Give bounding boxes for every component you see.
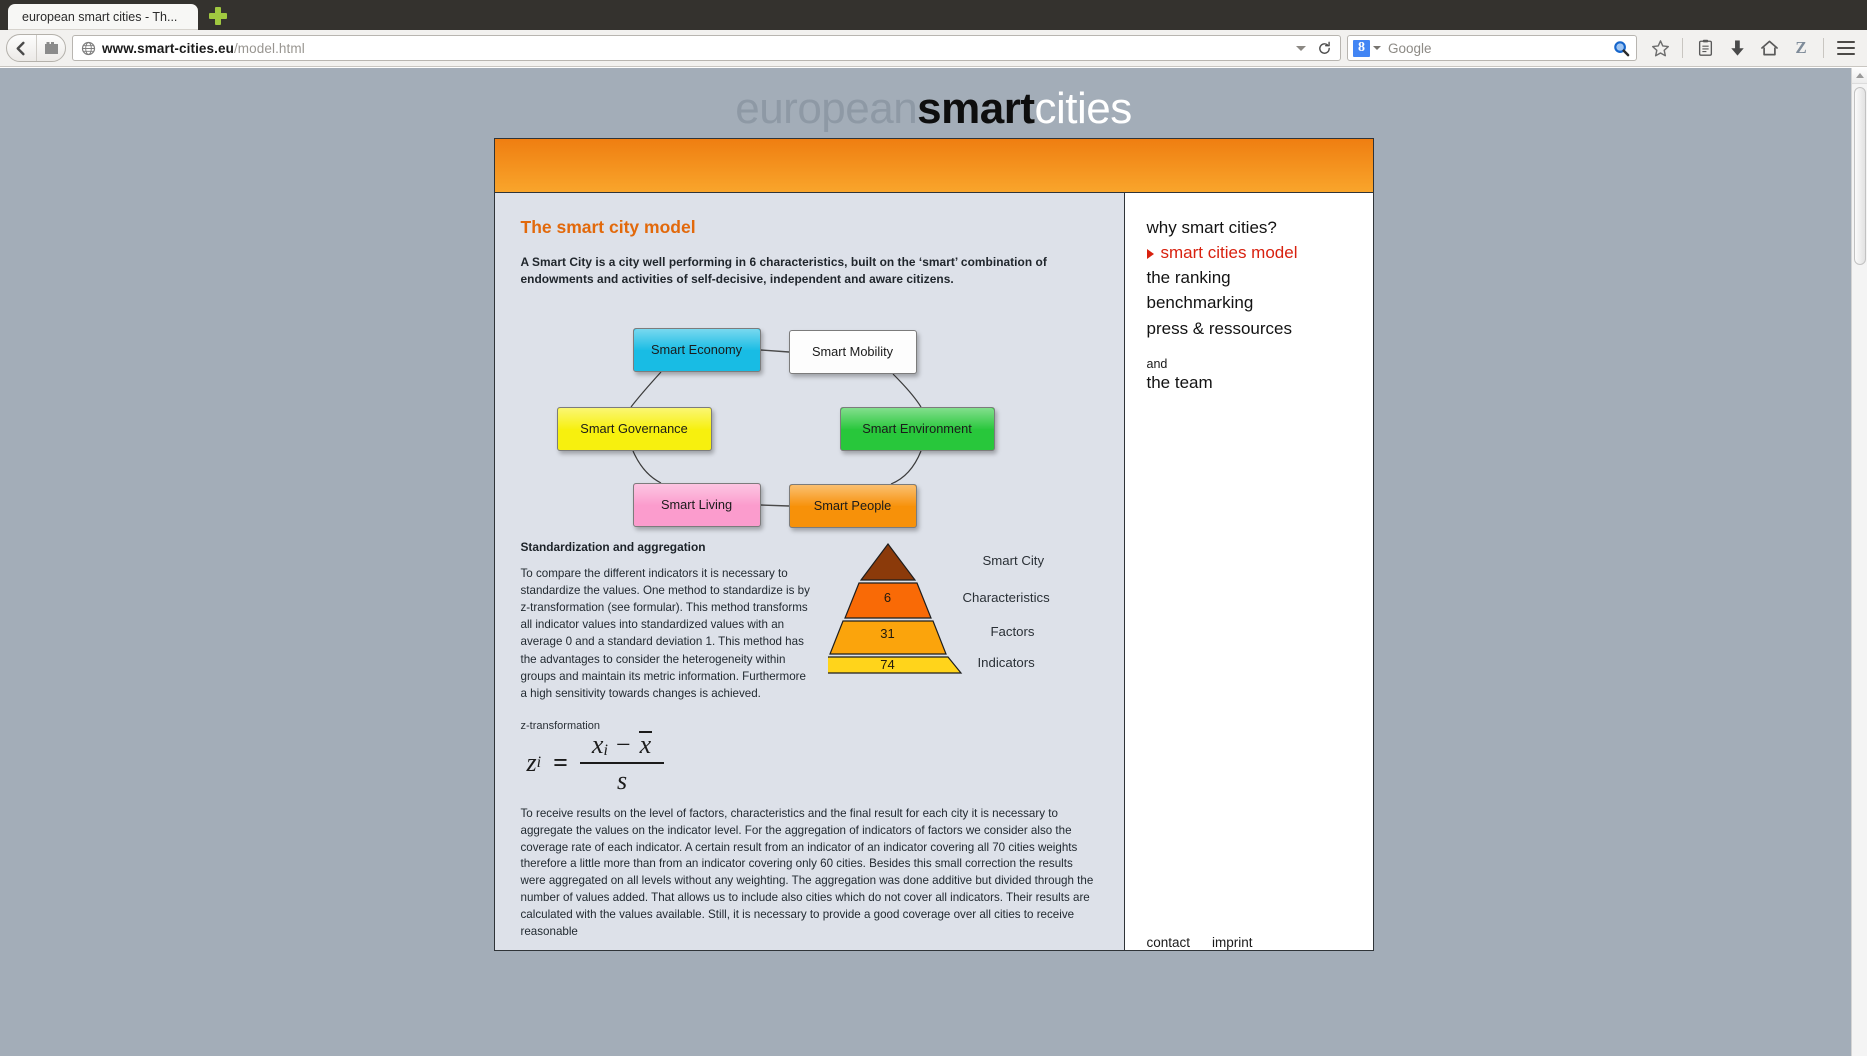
zotero-icon[interactable]: Z <box>1786 34 1816 62</box>
home-icon[interactable] <box>1754 34 1784 62</box>
diagram-node-smart-mobility[interactable]: Smart Mobility <box>788 329 917 374</box>
site-header: europeansmartcities <box>0 68 1867 138</box>
new-tab-button[interactable] <box>208 6 228 26</box>
url-bar[interactable]: www.smart-cities.eu/model.html <box>72 35 1341 61</box>
browser-tab[interactable]: european smart cities - Th... <box>8 4 198 30</box>
diagram-node-smart-people[interactable]: Smart People <box>788 483 917 528</box>
url-text: www.smart-cities.eu/model.html <box>102 41 1290 56</box>
z-transformation-formula: zi = xi − x s <box>526 730 1098 795</box>
search-engine-chevron-icon[interactable] <box>1373 46 1381 50</box>
nav-button-group <box>6 34 66 62</box>
formula-x: x <box>591 730 604 760</box>
formula-minus: − <box>615 730 631 760</box>
page-title: The smart city model <box>520 217 696 237</box>
formula-x-subscript: i <box>603 742 608 760</box>
site-identity-icon[interactable] <box>37 35 65 61</box>
logo-part-european: european <box>735 84 918 133</box>
node-label: Smart Living <box>660 497 733 513</box>
pyramid-label-smart-city: Smart City <box>982 552 1045 568</box>
sidebar-item-the-team[interactable]: the team <box>1147 373 1373 393</box>
sidebar-item-smart-cities-model[interactable]: smart cities model <box>1146 240 1373 265</box>
pyramid-label-characteristics: Characteristics <box>962 589 1050 605</box>
standardization-text: Standardization and aggregation To compa… <box>521 540 814 702</box>
standardization-heading: Standardization and aggregation <box>520 539 706 554</box>
tab-title: european smart cities - Th... <box>22 10 178 24</box>
tab-strip: european smart cities - Th... <box>0 0 1867 30</box>
pyramid-label-factors: Factors <box>990 623 1035 639</box>
search-icon[interactable] <box>1610 37 1632 59</box>
vertical-scrollbar[interactable] <box>1851 68 1867 1056</box>
sidebar-nav: why smart cities? smart cities model the… <box>1146 215 1373 393</box>
orange-banner <box>494 139 1373 193</box>
download-arrow-icon[interactable] <box>1722 34 1752 62</box>
pyramid-value-indicators: 74 <box>880 656 895 672</box>
imprint-link[interactable]: imprint <box>1212 935 1253 950</box>
google-icon: 8 <box>1353 39 1370 57</box>
pyramid-shape <box>827 542 962 674</box>
sidebar: why smart cities? smart cities model the… <box>1124 193 1373 951</box>
standardization-paragraph: To compare the different indicators it i… <box>520 566 810 700</box>
site-logo: europeansmartcities <box>735 84 1132 134</box>
toolbar-icon-group: Z <box>1645 34 1861 62</box>
node-label: Smart Environment <box>862 421 972 437</box>
formula-fraction: xi − x s <box>579 730 665 796</box>
node-label: Smart People <box>813 498 892 514</box>
formula-equals: = <box>553 748 568 778</box>
scrollbar-thumb[interactable] <box>1854 87 1866 265</box>
back-arrow-icon[interactable] <box>7 35 37 61</box>
tail-section: To receive results on the level of facto… <box>521 806 1098 940</box>
formula-numerator: xi − x <box>580 730 664 762</box>
contact-link[interactable]: contact <box>1147 935 1191 950</box>
standardization-section: Standardization and aggregation To compa… <box>521 540 1098 702</box>
navigation-toolbar: www.smart-cities.eu/model.html 8 Google <box>0 30 1867 67</box>
browser-window: european smart cities - Th... www.smart-… <box>0 0 1867 1056</box>
pyramid-value-characteristics: 6 <box>883 589 892 605</box>
formula-denominator: s <box>616 765 628 795</box>
intro-paragraph: A Smart City is a city well performing i… <box>520 255 1047 286</box>
sidebar-item-the-ranking[interactable]: the ranking <box>1147 265 1373 290</box>
formula-z-subscript: i <box>536 754 542 772</box>
sidebar-item-benchmarking[interactable]: benchmarking <box>1147 290 1373 315</box>
pyramid-container: 6 31 74 Smart City Characteristics Facto… <box>827 540 1098 702</box>
sidebar-item-press-ressources[interactable]: press & ressources <box>1147 316 1373 341</box>
formula-x-mean: x <box>638 730 652 760</box>
hamburger-menu-icon[interactable] <box>1831 34 1861 62</box>
star-icon[interactable] <box>1645 34 1675 62</box>
sidebar-footer: contact imprint <box>1147 935 1253 950</box>
url-path: /model.html <box>233 40 305 56</box>
smart-city-diagram: Smart Economy Smart Mobility Smart Gover… <box>521 306 1099 528</box>
reading-list-icon[interactable] <box>1690 34 1720 62</box>
main-content: The smart city model A Smart City is a c… <box>494 193 1125 951</box>
pyramid-label-indicators: Indicators <box>977 654 1035 670</box>
sidebar-item-why-smart-cities[interactable]: why smart cities? <box>1147 215 1373 240</box>
toolbar-divider-2 <box>1823 38 1824 58</box>
diagram-node-smart-environment[interactable]: Smart Environment <box>839 406 995 451</box>
scroll-up-arrow-icon[interactable] <box>1852 68 1867 84</box>
diagram-node-smart-economy[interactable]: Smart Economy <box>632 327 761 372</box>
globe-icon <box>81 41 96 56</box>
pyramid-chart: 6 31 74 Smart City Characteristics Facto… <box>827 542 1098 674</box>
page-frame: The smart city model A Smart City is a c… <box>493 138 1374 952</box>
diagram-node-smart-living[interactable]: Smart Living <box>632 482 761 527</box>
node-label: Smart Governance <box>580 421 688 437</box>
formula-z: z <box>526 748 537 778</box>
search-bar[interactable]: 8 Google <box>1347 35 1637 61</box>
diagram-node-smart-governance[interactable]: Smart Governance <box>556 406 712 451</box>
logo-part-cities: cities <box>1034 84 1133 133</box>
zotero-letter: Z <box>1795 38 1807 57</box>
sidebar-and-label: and <box>1146 356 1168 371</box>
search-input[interactable]: Google <box>1388 41 1610 56</box>
node-label: Smart Economy <box>650 342 743 358</box>
page-viewport: europeansmartcities The smart city model… <box>0 68 1867 1056</box>
url-host: www.smart-cities.eu <box>102 40 234 56</box>
chevron-down-icon[interactable] <box>1296 45 1306 51</box>
pyramid-value-factors: 31 <box>880 625 895 641</box>
reload-icon[interactable] <box>1314 38 1334 58</box>
page-body: The smart city model A Smart City is a c… <box>494 193 1373 951</box>
tail-paragraph: To receive results on the level of facto… <box>520 807 1094 938</box>
logo-part-smart: smart <box>917 84 1035 133</box>
node-label: Smart Mobility <box>811 344 894 360</box>
toolbar-divider <box>1682 38 1683 58</box>
